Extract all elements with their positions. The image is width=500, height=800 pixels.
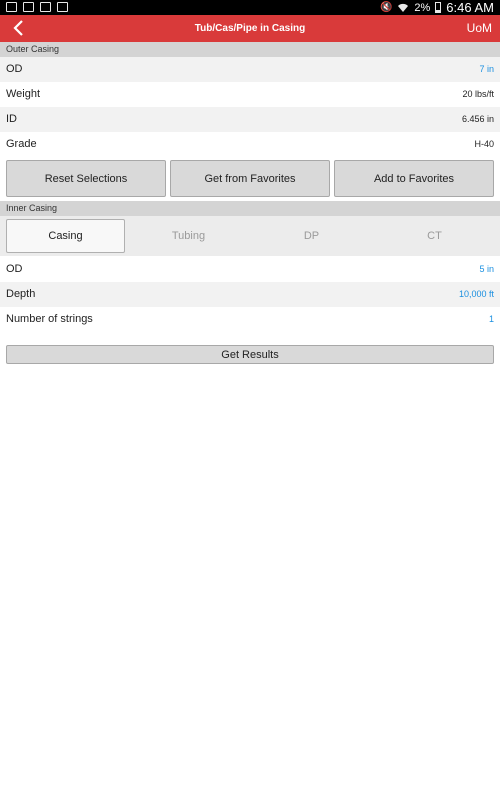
tab-ct[interactable]: CT (375, 219, 494, 253)
battery-percent: 2% (414, 1, 431, 14)
clock: 6:46 AM (446, 0, 494, 15)
inner-type-tabs: Casing Tubing DP CT (0, 216, 500, 256)
outer-grade-value[interactable]: H-40 (474, 132, 494, 157)
uom-button[interactable]: UoM (467, 15, 492, 42)
inner-strings-label: Number of strings (6, 313, 93, 325)
inner-strings-value[interactable]: 1 (489, 307, 494, 332)
tab-tubing[interactable]: Tubing (129, 219, 248, 253)
get-results-button[interactable]: Get Results (6, 345, 494, 364)
outer-od-label: OD (6, 63, 23, 75)
outer-grade-label: Grade (6, 138, 37, 150)
battery-icon (435, 2, 442, 13)
mute-icon: 🔇 (379, 2, 393, 13)
outer-od-value[interactable]: 7 in (479, 57, 494, 82)
tab-casing[interactable]: Casing (6, 219, 125, 253)
outer-weight-row[interactable]: Weight 20 lbs/ft (0, 82, 500, 107)
app-bar: Tub/Cas/Pipe in Casing UoM (0, 15, 500, 42)
inner-od-value[interactable]: 5 in (479, 257, 494, 282)
tab-dp[interactable]: DP (252, 219, 371, 253)
inner-strings-row[interactable]: Number of strings 1 (0, 307, 500, 332)
outer-id-row: ID 6.456 in (0, 107, 500, 132)
outer-id-label: ID (6, 113, 17, 125)
inner-od-row[interactable]: OD 5 in (0, 257, 500, 282)
camera-icon (57, 2, 68, 12)
outer-id-value: 6.456 in (461, 114, 494, 124)
image-icon (23, 2, 34, 12)
outer-weight-value[interactable]: 20 lbs/ft (462, 82, 494, 107)
inner-casing-header: Inner Casing (0, 201, 500, 216)
outer-weight-label: Weight (6, 88, 41, 100)
add-to-favorites-button[interactable]: Add to Favorites (334, 160, 494, 197)
notification-icons (6, 2, 68, 12)
status-bar: 🔇 2% 6:46 AM (0, 0, 500, 15)
outer-grade-row[interactable]: Grade H-40 (0, 132, 500, 157)
status-right: 🔇 2% 6:46 AM (380, 0, 494, 15)
inner-od-label: OD (6, 263, 23, 275)
page-title: Tub/Cas/Pipe in Casing (194, 23, 306, 34)
get-from-favorites-button[interactable]: Get from Favorites (170, 160, 330, 197)
briefcase-icon (40, 2, 51, 12)
outer-casing-header: Outer Casing (0, 42, 500, 57)
inner-depth-row[interactable]: Depth 10,000 ft (0, 282, 500, 307)
outer-od-row[interactable]: OD 7 in (0, 57, 500, 82)
reset-selections-button[interactable]: Reset Selections (6, 160, 166, 197)
cast-icon (6, 2, 17, 12)
inner-depth-label: Depth (6, 288, 36, 300)
wifi-icon (398, 3, 409, 12)
inner-depth-value[interactable]: 10,000 ft (459, 282, 494, 307)
